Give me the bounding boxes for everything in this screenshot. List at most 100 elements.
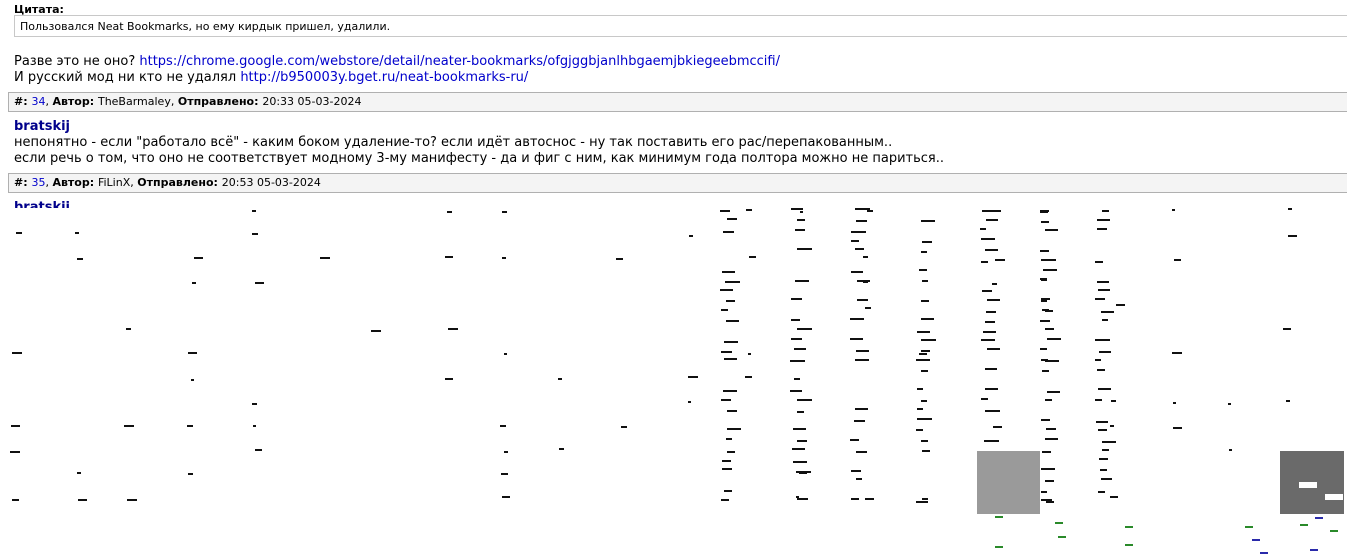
noise-mark [1286,400,1290,402]
noise-mark-color [1125,526,1133,528]
noise-mark [720,210,730,212]
noise-mark [191,379,194,381]
noise-mark [797,328,812,330]
noise-mark [727,428,741,430]
author-label: Автор: [52,95,98,108]
noise-mark [78,499,87,501]
noise-mark [1041,419,1050,421]
noise-mark [689,235,693,237]
noise-mark [795,280,809,282]
noise-mark [992,283,997,285]
noise-mark [746,209,752,211]
noise-mark [722,271,735,273]
noise-mark [1042,250,1049,252]
noise-mark [724,341,738,343]
noise-mark [1098,491,1105,493]
noise-mark-color [1252,539,1260,541]
noise-mark [1043,269,1057,271]
noise-mark [1229,449,1232,451]
noise-mark [504,353,507,355]
noise-mark [1045,480,1054,482]
noise-mark [1283,328,1291,330]
noise-mark [1173,402,1176,404]
noise-mark-color [1260,552,1268,554]
post-33-line-2-text: И русский мод ни кто не удалял [14,70,241,85]
noise-mark [985,410,1000,412]
post-num-link-34[interactable]: 34 [31,95,45,108]
noise-mark [981,238,995,240]
noise-mark-color [1125,544,1133,546]
noise-mark [919,269,927,271]
webstore-link[interactable]: https://chrome.google.com/webstore/detai… [139,54,780,69]
noise-mark [12,499,19,501]
noise-mark [982,210,997,212]
noise-mark [1041,221,1049,223]
noise-mark [922,498,928,500]
post-33-line-1-text: Разве это не оно? [14,54,140,69]
noise-mark [371,330,381,332]
noise-mark [1110,496,1118,498]
noise-mark [797,411,804,413]
noise-mark [721,499,729,501]
noise-mark [921,300,929,302]
noise-mark [1097,281,1109,283]
noise-mark [724,490,732,492]
noise-mark [800,211,803,213]
noise-mark [1098,388,1111,390]
noise-mark [797,248,812,250]
noise-mark [724,358,737,360]
noise-mark-color [995,546,1003,548]
noise-mark [187,425,193,427]
noise-mark [748,353,751,355]
noise-mark [850,439,859,441]
noise-mark [1046,501,1054,503]
noise-mark [995,259,1005,261]
noise-mark [726,300,735,302]
post-num-label: #: [14,95,32,108]
noise-mark [987,348,1000,350]
noise-mark [1041,298,1050,300]
noise-mark [797,440,807,442]
noise-mark [851,470,861,472]
noise-mark [921,350,930,352]
noise-mark [500,425,506,427]
noise-mark [916,501,928,503]
noise-mark [1228,403,1231,405]
russian-mod-link[interactable]: http://b950003y.bget.ru/neat-bookmarks-r… [240,70,528,85]
noise-mark [1045,438,1058,440]
noise-mark [921,400,927,402]
noise-mark [126,328,131,330]
noise-mark [982,290,992,292]
noise-mark [1041,259,1056,261]
noise-mark [1325,494,1343,500]
noise-mark [688,401,691,403]
noise-mark [188,473,193,475]
noise-mark [720,289,733,291]
noise-mark [1102,449,1109,451]
noise-mark [1041,499,1052,501]
noise-mark [721,351,732,353]
noise-mark [721,309,728,311]
noise-mark [255,449,262,451]
sent-label: Отправлено: [137,176,222,189]
noise-mark [921,370,928,372]
noise-mark [1041,468,1055,470]
gray-block [977,451,1040,514]
noise-mark [981,398,988,400]
noise-mark [1099,351,1111,353]
post-35-author[interactable]: bratskij [14,119,70,134]
noise-mark [1040,320,1050,322]
post-num-link-35[interactable]: 35 [31,176,45,189]
noise-mark [921,339,936,341]
noise-mark [922,280,928,282]
noise-mark [725,281,740,283]
noise-mark [850,338,863,340]
noise-mark [77,258,83,260]
post-33-line-2: И русский мод ни кто не удалял http://b9… [14,70,780,86]
noise-mark [727,410,737,412]
noise-mark [1040,210,1049,212]
noise-mark [851,231,866,233]
noise-mark [790,390,802,392]
noise-mark [916,359,930,361]
noise-mark [1172,209,1175,211]
